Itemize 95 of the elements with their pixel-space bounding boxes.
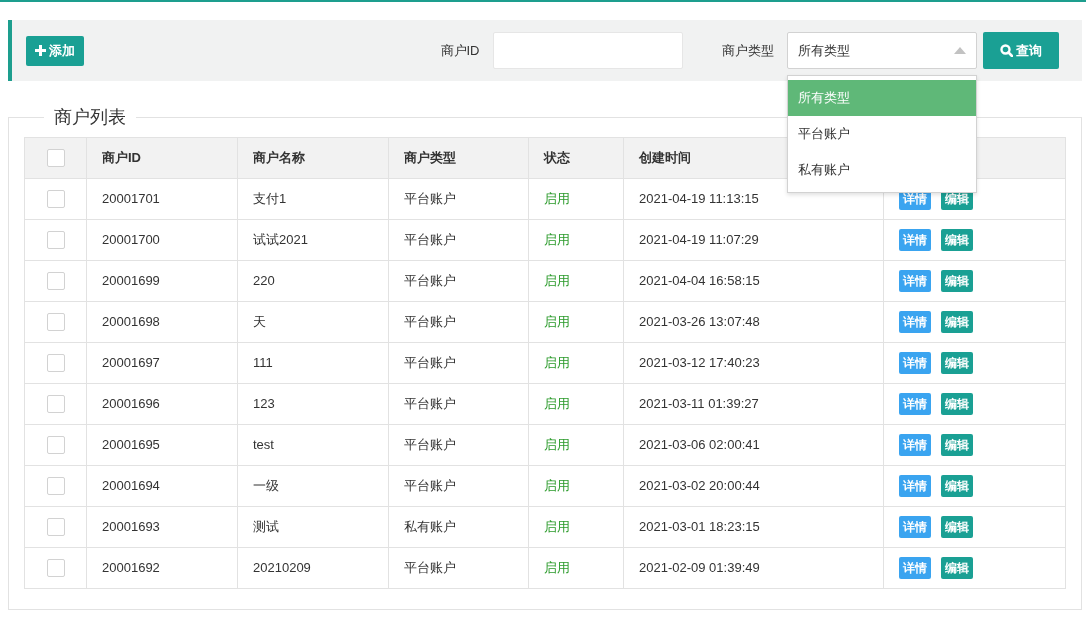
table-cell: 20001694 (102, 478, 160, 494)
table-cell: 20001693 (102, 519, 160, 535)
status-text: 启用 (544, 314, 570, 330)
table-cell: 20001701 (102, 191, 160, 207)
status-text: 启用 (544, 478, 570, 494)
table-cell: 2021-03-12 17:40:23 (639, 355, 760, 371)
column-header: 商户类型 (404, 150, 456, 166)
checkbox[interactable] (46, 477, 65, 495)
checkbox[interactable] (46, 518, 65, 536)
search-icon (1000, 44, 1013, 57)
table-cell: 试试2021 (253, 232, 308, 248)
table-cell: 测试 (253, 519, 279, 535)
table-cell: 2021-02-09 01:39:49 (639, 560, 760, 576)
details-button[interactable]: 详情 (899, 557, 931, 579)
table-cell: 2021-04-19 11:13:15 (639, 191, 759, 207)
status-text: 启用 (544, 437, 570, 453)
checkbox[interactable] (46, 272, 65, 290)
table-cell: 平台账户 (404, 560, 456, 576)
details-button[interactable]: 详情 (899, 516, 931, 538)
table-cell: 20001697 (102, 355, 160, 371)
details-button[interactable]: 详情 (899, 475, 931, 497)
edit-button[interactable]: 编辑 (941, 516, 973, 538)
checkbox[interactable] (46, 149, 65, 167)
table-cell: 支付1 (253, 191, 287, 207)
table-cell: 平台账户 (404, 191, 456, 207)
dropdown-option[interactable]: 所有类型 (787, 80, 976, 116)
checkbox[interactable] (46, 436, 65, 454)
details-button[interactable]: 详情 (899, 311, 931, 333)
checkbox[interactable] (46, 231, 65, 249)
details-button[interactable]: 详情 (899, 229, 931, 251)
table-cell: 2021-03-01 18:23:15 (639, 519, 760, 535)
table-cell: test (253, 437, 274, 453)
status-text: 启用 (544, 560, 570, 576)
table-cell: 2021-03-06 02:00:41 (639, 437, 760, 453)
column-header: 商户ID (102, 150, 141, 166)
table-cell: 平台账户 (404, 396, 456, 412)
dropdown-option[interactable]: 私有账户 (787, 152, 976, 188)
table-cell: 平台账户 (404, 437, 456, 453)
dropdown-option[interactable]: 平台账户 (787, 116, 976, 152)
table-cell: 2021-04-04 16:58:15 (639, 273, 760, 289)
checkbox[interactable] (46, 190, 65, 208)
table-cell: 平台账户 (404, 478, 456, 494)
table-cell: 一级 (253, 478, 279, 494)
checkbox[interactable] (46, 354, 65, 372)
status-text: 启用 (544, 396, 570, 412)
details-button[interactable]: 详情 (899, 270, 931, 292)
status-text: 启用 (544, 273, 570, 289)
edit-button[interactable]: 编辑 (941, 229, 973, 251)
table-cell: 2021-04-19 11:07:29 (639, 232, 759, 248)
merchant-id-field[interactable] (492, 32, 683, 69)
table-cell: 2021-03-02 20:00:44 (639, 478, 760, 494)
details-button[interactable]: 详情 (899, 352, 931, 374)
checkbox[interactable] (46, 395, 65, 413)
edit-button[interactable]: 编辑 (941, 475, 973, 497)
field-label: 商户类型 (721, 41, 774, 60)
table-cell: 20001698 (102, 314, 160, 330)
add-button[interactable]: 添加 (26, 35, 84, 66)
edit-button[interactable]: 编辑 (941, 270, 973, 292)
column-header: 商户名称 (253, 150, 305, 166)
table-cell: 2021-03-11 01:39:27 (639, 396, 759, 412)
checkbox[interactable] (46, 559, 65, 577)
field-label: 商户ID (440, 41, 480, 60)
column-header: 创建时间 (639, 150, 691, 166)
status-text: 启用 (544, 355, 570, 371)
table-cell: 20001692 (102, 560, 160, 576)
table-cell: 20001699 (102, 273, 160, 289)
column-header: 状态 (544, 150, 570, 166)
status-text: 启用 (544, 519, 570, 535)
table-cell: 平台账户 (404, 355, 456, 371)
table-cell: 220 (253, 273, 275, 289)
table-cell: 20001696 (102, 396, 160, 412)
plus-icon (35, 45, 46, 56)
table-cell: 平台账户 (404, 314, 456, 330)
details-button[interactable]: 详情 (899, 393, 931, 415)
edit-button[interactable]: 编辑 (941, 311, 973, 333)
table-cell: 20210209 (253, 560, 311, 576)
edit-button[interactable]: 编辑 (941, 393, 973, 415)
status-text: 启用 (544, 191, 570, 207)
status-text: 启用 (544, 232, 570, 248)
table-cell: 20001695 (102, 437, 160, 453)
table-cell: 2021-03-26 13:07:48 (639, 314, 760, 330)
search-button[interactable]: 查询 (983, 32, 1059, 69)
table-cell: 私有账户 (404, 519, 456, 535)
caret-icon (953, 47, 966, 54)
table-cell: 123 (253, 396, 275, 412)
table-cell: 平台账户 (404, 232, 456, 248)
table-cell: 天 (253, 314, 266, 330)
edit-button[interactable]: 编辑 (941, 352, 973, 374)
details-button[interactable]: 详情 (899, 434, 931, 456)
checkbox[interactable] (46, 313, 65, 331)
edit-button[interactable]: 编辑 (941, 557, 973, 579)
table-cell: 平台账户 (404, 273, 456, 289)
edit-button[interactable]: 编辑 (941, 434, 973, 456)
table-cell: 111 (253, 355, 273, 371)
table-cell: 20001700 (102, 232, 160, 248)
